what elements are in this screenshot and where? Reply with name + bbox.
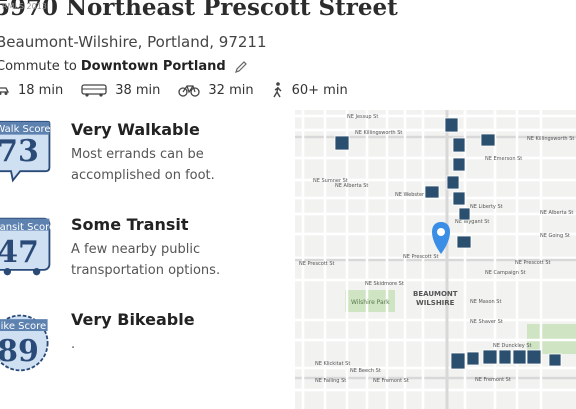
street-label: NE Liberty St — [470, 204, 503, 210]
neighborhood-map[interactable]: NE Killingsworth St NE Killingsworth St … — [295, 110, 576, 409]
walk-score-description: Most errands can be accomplished on foot… — [71, 147, 215, 183]
bike-score-heading: Very Bikeable — [71, 310, 195, 329]
transit-score-value: 47 — [0, 235, 39, 270]
grocery-cart-icon[interactable] — [466, 351, 480, 366]
listing-address: 5970 Northeast Prescott Street — [0, 0, 398, 21]
street-label: NE Killingsworth St — [527, 136, 574, 142]
shopping-bag-icon[interactable] — [450, 352, 466, 370]
commute-mode-bike[interactable]: 32 min — [178, 82, 254, 98]
coffee-icon[interactable] — [526, 349, 542, 365]
map-canvas: NE Killingsworth St NE Killingsworth St … — [295, 110, 576, 409]
pencil-icon[interactable] — [234, 60, 248, 74]
commute-mode-bus[interactable]: 38 min — [81, 83, 160, 98]
street-label: NE Fremont St — [373, 378, 409, 384]
commute-mode-walk[interactable]: 60+ min — [272, 82, 348, 98]
street-label: NE Alberta St — [540, 210, 573, 216]
street-label: NE Alberta St — [335, 183, 368, 189]
walk-score-value: 73 — [0, 134, 39, 169]
shopping-bag-icon[interactable] — [444, 117, 459, 133]
street-label: NE Beech St — [350, 368, 381, 374]
commute-modes: 18 min 38 min 32 min 60+ min — [0, 82, 366, 98]
street-label: NE Campaign St — [485, 270, 526, 276]
school-icon[interactable] — [424, 185, 440, 199]
commute-mode-car[interactable]: 18 min — [0, 83, 63, 98]
transit-score-description: A few nearby public transportation optio… — [71, 242, 221, 278]
street-label: NE Dunckley St — [493, 343, 532, 349]
street-label: NE Prescott St — [515, 260, 551, 266]
commute-destination-name: Downtown Portland — [80, 59, 226, 74]
commute-prefix: Commute to — [0, 59, 77, 74]
restaurant-icon[interactable] — [458, 207, 471, 221]
coffee-icon[interactable] — [482, 349, 498, 365]
grocery-cart-icon[interactable] — [334, 135, 350, 151]
transit-score-label: Transit Score — [0, 222, 56, 233]
walk-time: 60+ min — [291, 82, 348, 98]
bike-score-description: . — [71, 337, 76, 352]
coffee-icon[interactable] — [512, 349, 527, 365]
shopping-bag-icon[interactable] — [548, 353, 562, 367]
restaurant-icon[interactable] — [446, 175, 460, 190]
car-icon — [0, 87, 10, 95]
photo-tag: RMLS 2013 — [2, 2, 47, 11]
bus-icon — [81, 84, 107, 97]
street-label: NE Emerson St — [485, 156, 522, 162]
neighborhood-line: Beaumont-Wilshire, Portland, 97211 — [0, 33, 267, 51]
restaurant-icon[interactable] — [498, 349, 512, 365]
street-label: NE Shaver St — [470, 319, 503, 325]
car-time: 18 min — [18, 82, 64, 98]
bike-icon — [178, 85, 201, 97]
street-label: NE Prescott St — [403, 254, 439, 260]
bike-time: 32 min — [208, 82, 254, 98]
restaurant-icon[interactable] — [452, 191, 466, 206]
transit-score-heading: Some Transit — [71, 215, 189, 234]
walk-score-block: Walk Score 73 Very Walkable Most errands… — [0, 120, 290, 200]
street-label: NE Fremont St — [475, 377, 511, 383]
restaurant-icon[interactable] — [452, 137, 466, 153]
walk-icon — [273, 82, 282, 98]
street-label: NE Klickitat St — [315, 361, 350, 367]
commute-destination[interactable]: Commute to Downtown Portland — [0, 59, 248, 74]
area-label: BEAUMONT — [413, 290, 458, 298]
street-label: NE Failing St — [315, 378, 346, 384]
street-label: NE Skidmore St — [365, 281, 404, 287]
restaurant-icon[interactable] — [452, 157, 466, 172]
bike-score-value: 89 — [0, 334, 39, 369]
street-label: NE Prescott St — [299, 261, 335, 267]
school-icon[interactable] — [480, 133, 496, 147]
school-icon[interactable] — [456, 235, 472, 249]
walk-score-heading: Very Walkable — [71, 120, 200, 139]
area-label: WILSHIRE — [416, 299, 455, 307]
park-label: Wilshire Park — [351, 299, 390, 306]
street-label: NE Going St — [540, 233, 570, 239]
transit-score-block: Transit Score 47 Some Transit A few near… — [0, 215, 290, 295]
bus-time: 38 min — [115, 82, 161, 98]
bike-score-label: Bike Score — [0, 321, 47, 332]
bike-score-block: Bike Score 89 Very Bikeable . — [0, 310, 290, 390]
street-label: NE Mason St — [470, 299, 501, 305]
street-label: NE Jessup St — [347, 114, 378, 120]
street-label: NE Killingsworth St — [355, 130, 402, 136]
